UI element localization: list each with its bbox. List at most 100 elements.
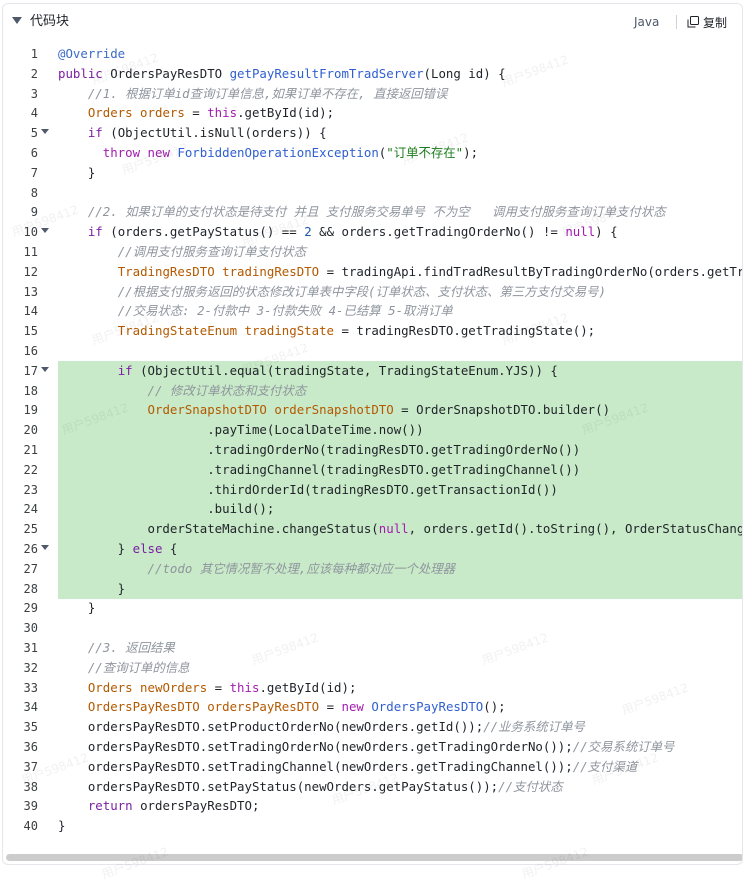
copy-icon (687, 16, 699, 28)
code-line: 15 TradingStateEnum tradingState = tradi… (3, 321, 742, 341)
code-text: } (58, 600, 96, 616)
code-line: 14 //交易状态: 2-付款中 3-付款失败 4-已结算 5-取消订单 (3, 301, 742, 321)
code-text: .payTime(LocalDateTime.now()) (58, 422, 424, 438)
code-block-header: 代码块 Java 复制 (3, 4, 742, 40)
code-line: 2 public OrdersPayResDTO getPayResultFrom… (3, 64, 742, 84)
code-text: //todo 其它情况暂不处理,应该每种都对应一个处理器 (147, 560, 456, 576)
line-number: 34 (23, 700, 38, 715)
code-text: if (orders.getPayStatus() == 2 && orders… (87, 224, 618, 240)
code-text: // 修改订单状态和支付状态 (147, 382, 307, 398)
line-number: 30 (23, 621, 38, 636)
fold-chevron-icon[interactable] (41, 228, 49, 234)
horizontal-scrollbar[interactable] (6, 854, 742, 861)
copy-label: 复制 (703, 15, 728, 30)
line-number: 17 (23, 363, 38, 378)
line-number: 21 (23, 443, 38, 457)
code-line: 5 if (ObjectUtil.isNull(orders)) { (3, 123, 742, 143)
line-number: 32 (23, 660, 38, 675)
fold-chevron-icon[interactable] (41, 366, 49, 373)
line-number: 24 (23, 502, 38, 517)
code-line: 30 (3, 618, 742, 638)
code-text: public OrdersPayResDTO getPayResultFromT… (58, 65, 506, 81)
code-text: .tradingChannel(tradingResDTO.getTrading… (58, 461, 581, 477)
code-line: 8 (3, 183, 742, 203)
code-text: //交易状态: 2-付款中 3-付款失败 4-已结算 5-取消订单 (117, 303, 453, 319)
line-number: 33 (23, 680, 38, 695)
code-line: 34 OrdersPayResDTO ordersPayResDTO = new… (3, 697, 742, 717)
code-line: 24 .build(); (3, 499, 742, 520)
code-line: 35 ordersPayResDTO.setProductOrderNo(new… (3, 717, 742, 737)
line-number: 2 (30, 66, 38, 81)
code-line: 33 Orders newOrders = this.getById(id); (3, 678, 742, 698)
code-text: @Override (58, 46, 126, 61)
line-number: 28 (23, 581, 38, 596)
code-line: 6 throw new ForbiddenOperationException(… (3, 143, 742, 163)
code-line: 25 orderStateMachine.changeStatus(null, … (3, 519, 742, 540)
line-number: 13 (23, 284, 38, 299)
line-number: 19 (23, 403, 38, 418)
code-text: } (58, 580, 126, 596)
line-number: 35 (23, 720, 38, 735)
code-line: 11 //调用支付服务查询订单支付状态 (3, 242, 742, 262)
code-text: Orders orders = this.getById(id); (87, 105, 335, 121)
line-number: 3 (30, 86, 38, 101)
line-number: 5 (30, 126, 38, 141)
code-block-title: 代码块 (30, 14, 70, 29)
line-number: 6 (30, 146, 38, 160)
code-text: //查询订单的信息 (87, 659, 190, 675)
code-text: if (ObjectUtil.equal(tradingState, Tradi… (117, 362, 558, 378)
code-line: 21 .tradingOrderNo(tradingResDTO.getTrad… (3, 440, 742, 460)
code-text: if (ObjectUtil.isNull(orders)) { (87, 125, 327, 141)
code-line: 22 .tradingChannel(tradingResDTO.getTrad… (3, 459, 742, 480)
line-number: 15 (23, 324, 38, 339)
line-number: 39 (23, 799, 38, 814)
code-editor[interactable]: 1 @Override 2 public OrdersPayResDTO getPay… (3, 40, 742, 864)
line-number: 8 (30, 185, 38, 200)
code-text: return ordersPayResDTO; (87, 798, 260, 814)
code-line: 7 } (3, 163, 742, 183)
code-line: 9 //2. 如果订单的支付状态是待支付 并且 支付服务交易单号 不为空 调用支… (3, 202, 742, 222)
code-text: orderStateMachine.changeStatus(null, ord… (58, 521, 742, 537)
line-number: 16 (23, 344, 38, 358)
code-line: 10 if (orders.getPayStatus() == 2 && ord… (3, 222, 742, 242)
code-line: 26 } else { (3, 539, 742, 559)
line-number: 27 (23, 561, 38, 576)
code-line: 13 //根据支付服务返回的状态修改订单表中字段(订单状态、支付状态、第三方支付… (3, 282, 742, 302)
code-text: //调用支付服务查询订单支付状态 (117, 244, 307, 259)
line-number: 20 (23, 423, 38, 438)
code-line: 3 //1. 根据订单id查询订单信息,如果订单不存在, 直接返回错误 (3, 84, 742, 104)
language-selector[interactable]: Java (634, 14, 659, 30)
line-number: 23 (23, 482, 38, 497)
code-line: 16 (3, 341, 742, 361)
code-text: ordersPayResDTO.setTradingChannel(newOrd… (58, 758, 638, 774)
code-line: 27 //todo 其它情况暂不处理,应该每种都对应一个处理器 (3, 558, 742, 579)
code-text: //3. 返回结果 (87, 640, 175, 655)
code-line: 12 TradingResDTO tradingResDTO = trading… (3, 262, 742, 282)
fold-chevron-icon[interactable] (41, 129, 49, 135)
code-line: 28 } (3, 578, 742, 599)
line-number: 11 (23, 245, 38, 259)
collapse-triangle-icon[interactable] (12, 17, 22, 25)
code-text: ordersPayResDTO.setProductOrderNo(newOrd… (58, 719, 585, 735)
line-number: 29 (23, 601, 38, 616)
code-line: 36 ordersPayResDTO.setTradingOrderNo(new… (3, 737, 742, 757)
code-text: .build(); (58, 501, 275, 517)
line-number: 37 (23, 759, 38, 774)
fold-chevron-icon[interactable] (41, 545, 49, 551)
code-line: 1 @Override (3, 44, 742, 64)
code-line: 40} (3, 816, 742, 836)
code-line: 37 ordersPayResDTO.setTradingChannel(new… (3, 757, 742, 777)
code-line: 31 //3. 返回结果 (3, 638, 742, 658)
code-text: Orders newOrders = this.getById(id); (87, 679, 357, 695)
code-line: 20 .payTime(LocalDateTime.now()) (3, 420, 742, 441)
code-line: 19 OrderSnapshotDTO orderSnapshotDTO = O… (3, 400, 742, 421)
copy-button[interactable]: 复制 (687, 12, 727, 32)
code-text: TradingStateEnum tradingState = tradingR… (117, 323, 596, 339)
line-number: 4 (30, 106, 38, 121)
line-number: 1 (30, 47, 38, 61)
code-text: ordersPayResDTO.setPayStatus(newOrders.g… (58, 778, 563, 794)
code-text: OrdersPayResDTO ordersPayResDTO = new Or… (87, 699, 506, 715)
code-block: 代码块 Java 复制 1 @Override 2 public OrdersPayR… (2, 3, 743, 865)
code-text: //2. 如果订单的支付状态是待支付 并且 支付服务交易单号 不为空 调用支付服… (87, 204, 666, 220)
code-text: } else { (58, 541, 178, 556)
